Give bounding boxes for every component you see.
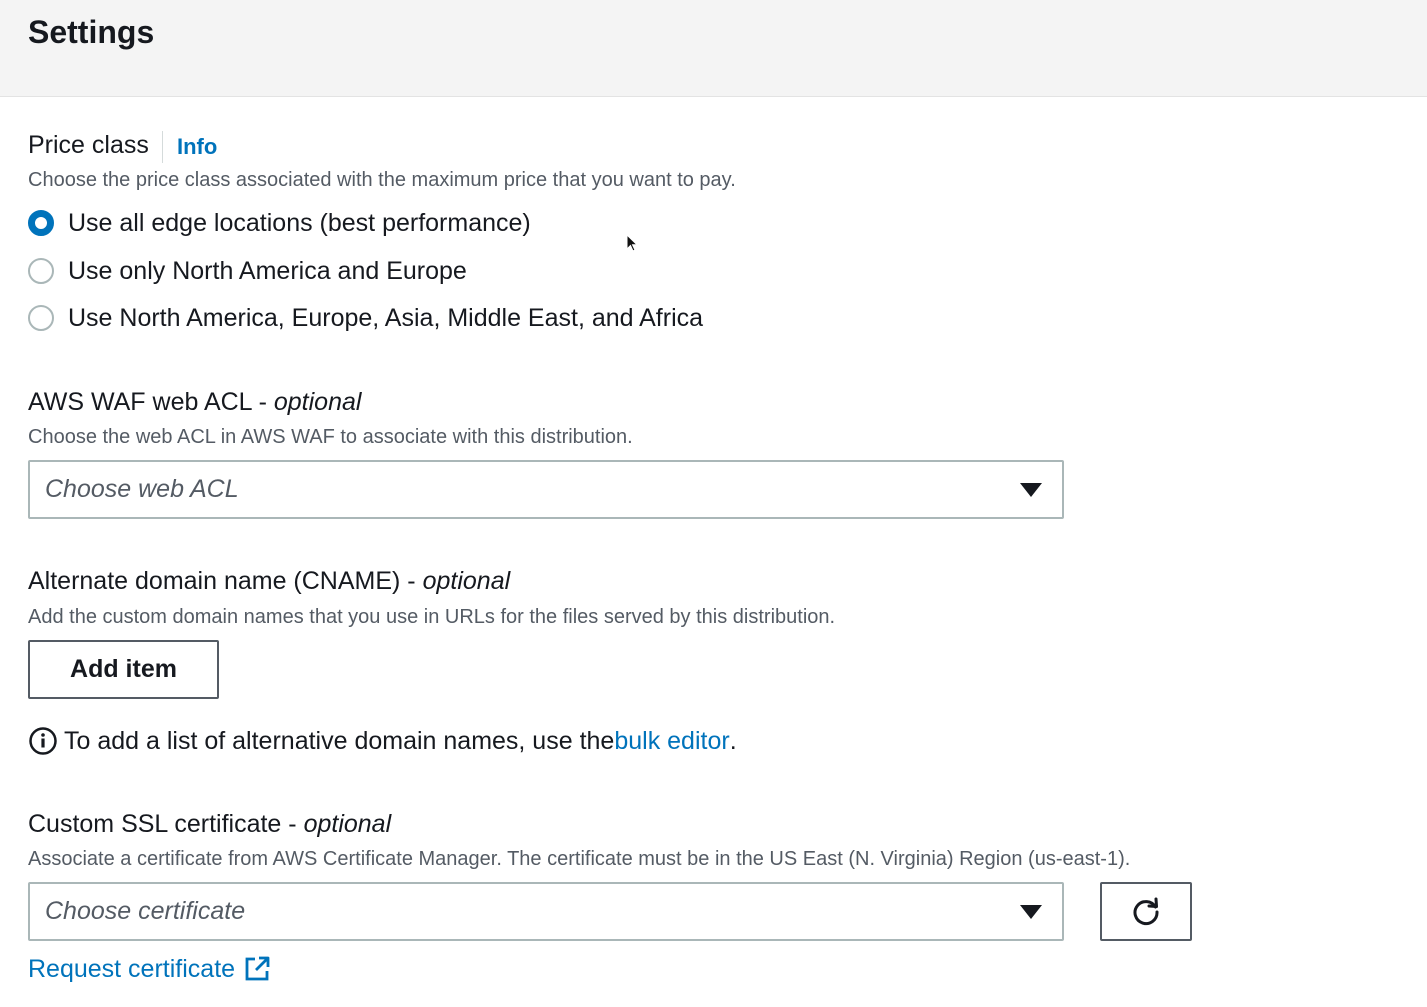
radio-na-eu-asia-me-africa[interactable]: Use North America, Europe, Asia, Middle …	[28, 301, 703, 335]
cname-label-text: Alternate domain name (CNAME) -	[28, 567, 423, 595]
web-acl-placeholder: Choose web ACL	[45, 475, 239, 503]
optional-tag: optional	[422, 567, 511, 595]
note-prefix: To add a list of alternative domain name…	[64, 726, 615, 755]
mouse-cursor-icon	[626, 234, 639, 252]
price-class-label: Price class	[28, 131, 149, 160]
waf-description: Choose the web ACL in AWS WAF to associa…	[28, 426, 633, 448]
web-acl-select[interactable]: Choose web ACL	[28, 460, 1064, 519]
note-suffix: .	[729, 726, 737, 755]
radio-all-edge-locations[interactable]: Use all edge locations (best performance…	[28, 206, 531, 240]
add-item-button[interactable]: Add item	[28, 640, 219, 699]
certificate-placeholder: Choose certificate	[45, 897, 246, 925]
bulk-editor-note: To add a list of alternative domain name…	[28, 722, 737, 760]
price-class-description: Choose the price class associated with t…	[28, 169, 736, 191]
caret-down-icon	[1020, 483, 1042, 497]
price-class-info-link[interactable]: Info	[162, 131, 217, 163]
request-certificate-text: Request certificate	[28, 954, 236, 983]
waf-label-text: AWS WAF web ACL -	[28, 388, 274, 416]
info-circle-icon	[29, 727, 57, 755]
certificate-select[interactable]: Choose certificate	[28, 882, 1064, 941]
radio-label: Use North America, Europe, Asia, Middle …	[68, 303, 704, 332]
caret-down-icon	[1020, 905, 1042, 919]
ssl-label-text: Custom SSL certificate -	[28, 810, 304, 838]
settings-header: Settings	[0, 0, 1427, 97]
radio-button-selected[interactable]	[28, 210, 54, 236]
optional-tag: optional	[303, 810, 392, 838]
refresh-certificates-button[interactable]	[1100, 882, 1192, 941]
radio-north-america-europe[interactable]: Use only North America and Europe	[28, 254, 467, 288]
radio-button[interactable]	[28, 305, 54, 331]
cname-label: Alternate domain name (CNAME) - optional	[28, 567, 510, 596]
radio-button[interactable]	[28, 258, 54, 284]
price-class-label-text: Price class	[28, 131, 149, 159]
ssl-description: Associate a certificate from AWS Certifi…	[28, 848, 1131, 870]
radio-label: Use all edge locations (best performance…	[68, 208, 531, 237]
request-certificate-link[interactable]: Request certificate	[28, 951, 271, 987]
optional-tag: optional	[273, 388, 362, 416]
cname-description: Add the custom domain names that you use…	[28, 606, 836, 628]
radio-label: Use only North America and Europe	[68, 256, 467, 285]
ssl-label: Custom SSL certificate - optional	[28, 810, 391, 839]
refresh-icon	[1133, 897, 1159, 925]
page-title: Settings	[28, 14, 155, 50]
waf-label: AWS WAF web ACL - optional	[28, 388, 361, 417]
bulk-editor-link[interactable]: bulk editor	[614, 727, 729, 756]
external-link-icon	[245, 956, 270, 981]
